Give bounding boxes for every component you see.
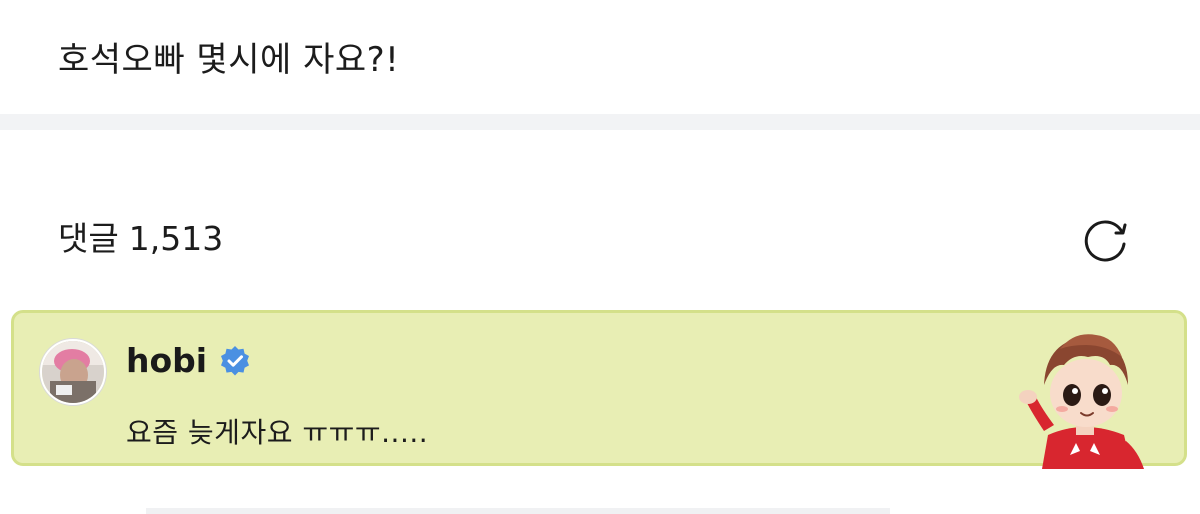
author-row: hobi bbox=[126, 341, 251, 380]
character-sticker bbox=[1014, 323, 1154, 469]
comments-count: 1,513 bbox=[128, 219, 224, 258]
post-text: 호석오빠 몇시에 자요?! bbox=[58, 40, 400, 80]
section-divider bbox=[0, 114, 1200, 130]
highlighted-comment[interactable]: hobi 요즘 늦게자요 ㅠㅠㅠ..... bbox=[11, 310, 1187, 469]
comment-page: 호석오빠 몇시에 자요?! 댓글 1,513 hobi 요즘 늦게자요 ㅠㅠㅠ.… bbox=[0, 0, 1200, 514]
author-name[interactable]: hobi bbox=[126, 341, 207, 380]
comment-text: 요즘 늦게자요 ㅠㅠㅠ..... bbox=[126, 416, 429, 449]
bottom-divider bbox=[146, 508, 890, 514]
avatar-image bbox=[42, 341, 104, 403]
comments-header: 댓글 1,513 bbox=[58, 212, 223, 260]
avatar[interactable] bbox=[40, 339, 106, 405]
comments-label: 댓글 bbox=[58, 219, 119, 258]
refresh-button[interactable] bbox=[1078, 212, 1134, 268]
refresh-icon bbox=[1084, 220, 1127, 262]
verified-badge-icon bbox=[221, 345, 250, 375]
